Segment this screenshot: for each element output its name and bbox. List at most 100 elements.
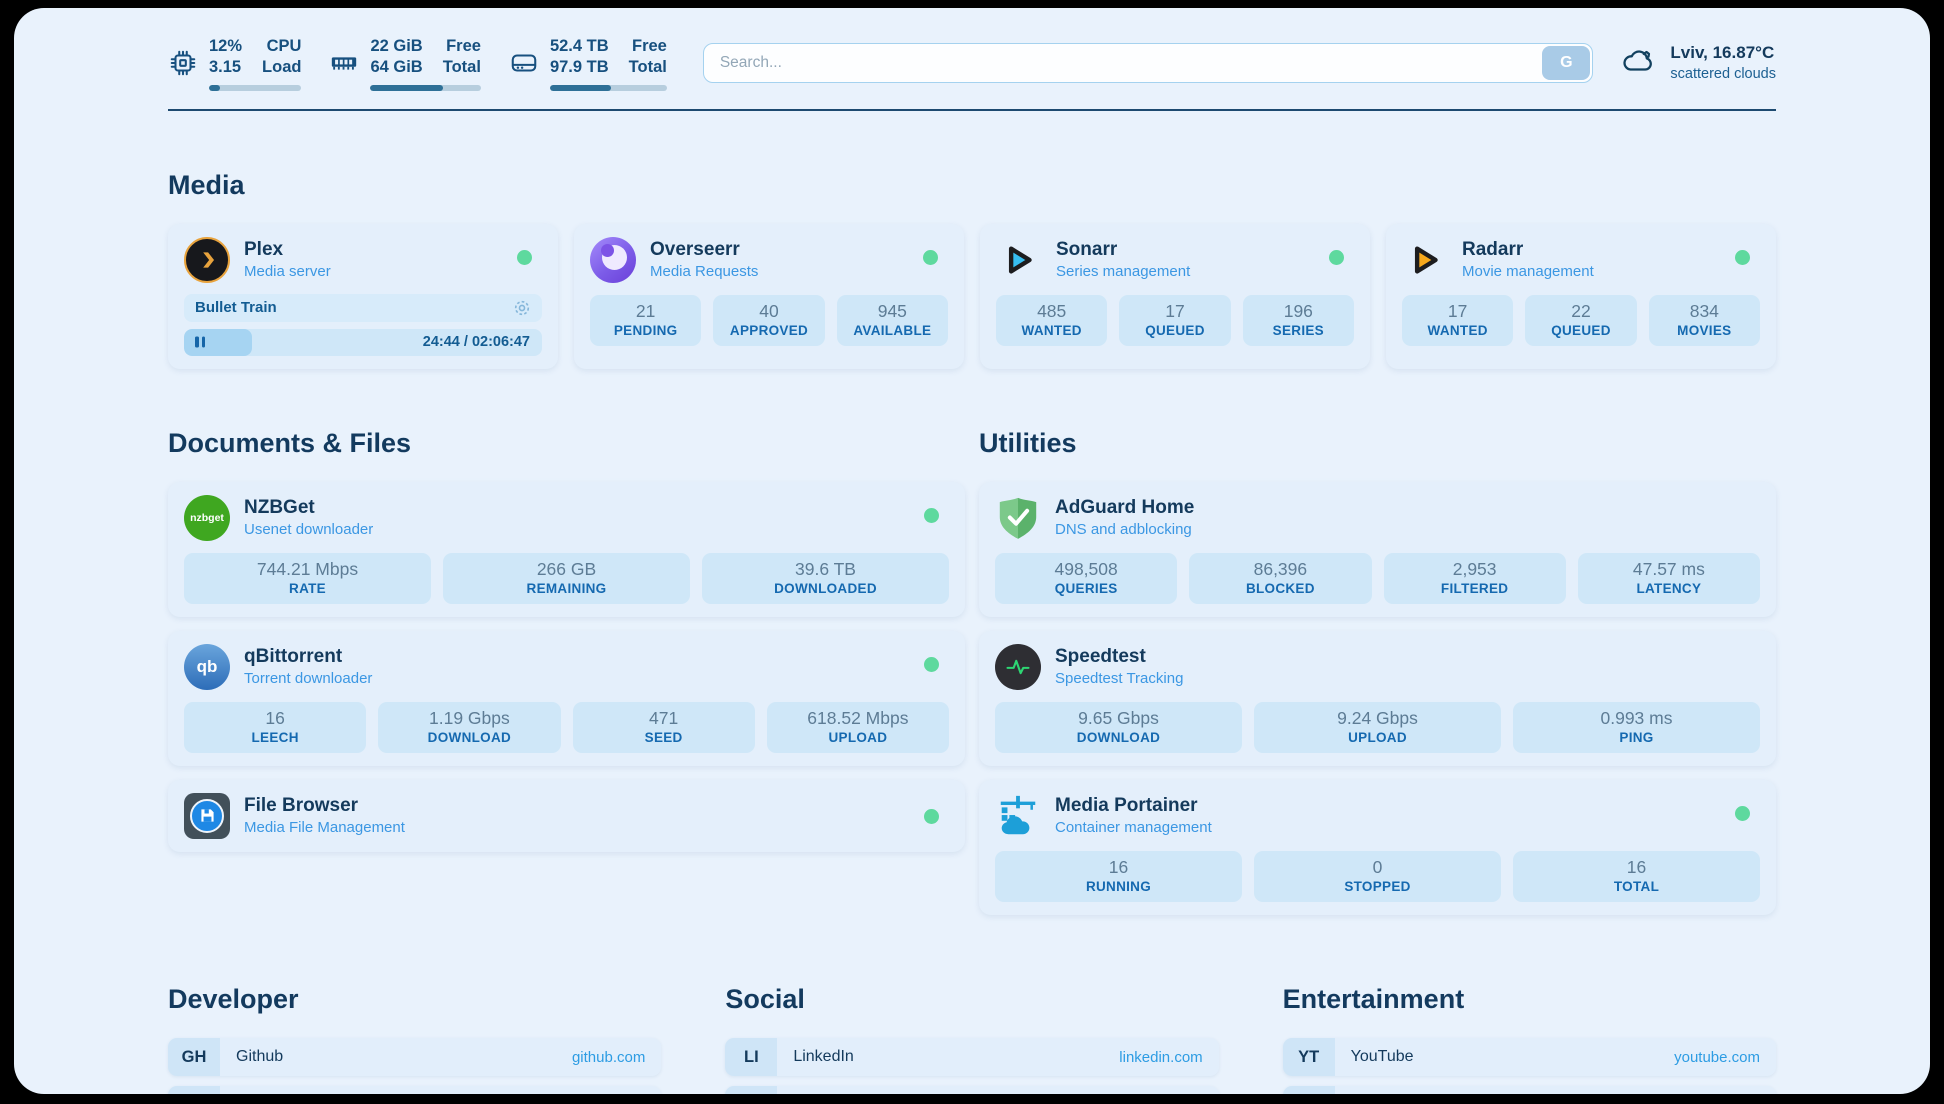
ram-total-value: 64 GiB bbox=[370, 57, 422, 78]
nzbget-icon: nzbget bbox=[184, 495, 230, 541]
stat-upload: 618.52 MbpsUPLOAD bbox=[767, 702, 949, 753]
bookmark-name: YouTube bbox=[1351, 1048, 1414, 1066]
search-input[interactable] bbox=[703, 43, 1594, 83]
bookmark-url: github.com bbox=[572, 1049, 645, 1066]
session-target-icon[interactable] bbox=[513, 299, 531, 317]
service-card-qbittorrent[interactable]: qb qBittorrent Torrent downloader 16LEEC… bbox=[168, 631, 965, 766]
bookmark-stackoverflow[interactable]: SO StackOverflow stackoverflow.com bbox=[168, 1086, 661, 1094]
stat-rate: 744.21 MbpsRATE bbox=[184, 553, 431, 604]
service-title: Speedtest bbox=[1055, 645, 1183, 670]
bookmark-twitter[interactable]: TW Twitter twitter.com bbox=[725, 1086, 1218, 1094]
utilities-section-title: Utilities bbox=[979, 427, 1776, 459]
stat-blocked: 86,396BLOCKED bbox=[1189, 553, 1371, 604]
service-title: Media Portainer bbox=[1055, 794, 1212, 819]
stat-queued: 22QUEUED bbox=[1525, 295, 1636, 346]
stat-available: 945AVAILABLE bbox=[837, 295, 948, 346]
ram-free-value: 22 GiB bbox=[370, 36, 422, 57]
bookmark-abbr: SO bbox=[168, 1086, 220, 1094]
filebrowser-icon bbox=[184, 793, 230, 839]
bookmark-linkedin[interactable]: LI LinkedIn linkedin.com bbox=[725, 1038, 1218, 1076]
bookmark-abbr: YT bbox=[1283, 1038, 1335, 1076]
search-bar: G bbox=[703, 43, 1594, 83]
stat-queries: 498,508QUERIES bbox=[995, 553, 1177, 604]
dashboard-page: 12% 3.15 CPU Load bbox=[14, 8, 1930, 1094]
stat-ping: 0.993 msPING bbox=[1513, 702, 1760, 753]
stat-running: 16RUNNING bbox=[995, 851, 1242, 902]
weather-location-temp: Lviv, 16.87°C bbox=[1670, 42, 1776, 65]
overseerr-icon bbox=[590, 237, 636, 283]
service-title: qBittorrent bbox=[244, 645, 372, 670]
status-dot-online bbox=[517, 250, 532, 265]
stat-series: 196SERIES bbox=[1243, 295, 1354, 346]
service-card-adguard[interactable]: AdGuard Home DNS and adblocking 498,508Q… bbox=[979, 482, 1776, 617]
service-card-sonarr[interactable]: Sonarr Series management 485WANTED 17QUE… bbox=[980, 224, 1370, 369]
ram-icon bbox=[329, 48, 359, 78]
stat-latency: 47.57 msLATENCY bbox=[1578, 553, 1760, 604]
bookmark-group-entertainment: Entertainment YT YouTube youtube.com NF … bbox=[1283, 961, 1776, 1094]
now-playing-row: Bullet Train bbox=[184, 294, 542, 322]
disk-monitor: 52.4 TB 97.9 TB Free Total bbox=[509, 36, 667, 91]
status-dot-online bbox=[924, 809, 939, 824]
service-subtitle: Media server bbox=[244, 262, 331, 282]
disk-icon bbox=[509, 48, 539, 78]
service-card-portainer[interactable]: Media Portainer Container management 16R… bbox=[979, 780, 1776, 915]
plex-icon bbox=[184, 237, 230, 283]
ram-progress-bar bbox=[370, 85, 480, 91]
cpu-progress-bar bbox=[209, 85, 301, 91]
stat-seed: 471SEED bbox=[573, 702, 755, 753]
adguard-icon bbox=[995, 495, 1041, 541]
entertainment-section-title: Entertainment bbox=[1283, 983, 1776, 1015]
stat-total: 16TOTAL bbox=[1513, 851, 1760, 902]
service-subtitle: Media Requests bbox=[650, 262, 758, 282]
service-card-filebrowser[interactable]: File Browser Media File Management bbox=[168, 780, 965, 852]
service-title: Radarr bbox=[1462, 238, 1594, 263]
service-card-nzbget[interactable]: nzbget NZBGet Usenet downloader 744.21 M… bbox=[168, 482, 965, 617]
stat-leech: 16LEECH bbox=[184, 702, 366, 753]
disk-progress-bar bbox=[550, 85, 667, 91]
weather-condition: scattered clouds bbox=[1670, 65, 1776, 85]
ram-free-label: Free bbox=[443, 36, 481, 57]
playback-time: 24:44 / 02:06:47 bbox=[423, 334, 530, 350]
status-dot-online bbox=[1735, 806, 1750, 821]
status-dot-online bbox=[924, 508, 939, 523]
cpu-usage-value: 12% bbox=[209, 36, 242, 57]
weather-widget[interactable]: Lviv, 16.87°C scattered clouds bbox=[1621, 42, 1776, 85]
service-card-radarr[interactable]: Radarr Movie management 17WANTED 22QUEUE… bbox=[1386, 224, 1776, 369]
service-subtitle: Speedtest Tracking bbox=[1055, 669, 1183, 689]
playback-progress-bar: 24:44 / 02:06:47 bbox=[184, 329, 542, 356]
disk-total-value: 97.9 TB bbox=[550, 57, 609, 78]
stat-remaining: 266 GBREMAINING bbox=[443, 553, 690, 604]
stat-wanted: 17WANTED bbox=[1402, 295, 1513, 346]
cpu-load-value: 3.15 bbox=[209, 57, 242, 78]
speedtest-icon bbox=[995, 644, 1041, 690]
stat-movies: 834MOVIES bbox=[1649, 295, 1760, 346]
stat-queued: 17QUEUED bbox=[1119, 295, 1230, 346]
pause-icon bbox=[195, 337, 205, 348]
stat-upload: 9.24 GbpsUPLOAD bbox=[1254, 702, 1501, 753]
service-card-speedtest[interactable]: Speedtest Speedtest Tracking 9.65 GbpsDO… bbox=[979, 631, 1776, 766]
bookmark-abbr: NF bbox=[1283, 1086, 1335, 1094]
bookmarks-area: Developer GH Github github.com SO StackO… bbox=[168, 961, 1776, 1094]
bookmark-abbr: TW bbox=[725, 1086, 777, 1094]
bookmark-group-social: Social LI LinkedIn linkedin.com TW Twitt… bbox=[725, 961, 1218, 1094]
service-subtitle: Torrent downloader bbox=[244, 669, 372, 689]
documents-section-title: Documents & Files bbox=[168, 427, 965, 459]
service-subtitle: Series management bbox=[1056, 262, 1190, 282]
bookmark-group-developer: Developer GH Github github.com SO StackO… bbox=[168, 961, 661, 1094]
system-monitors: 12% 3.15 CPU Load bbox=[168, 36, 667, 91]
search-engine-button[interactable]: G bbox=[1542, 46, 1590, 80]
service-card-overseerr[interactable]: Overseerr Media Requests 21PENDING 40APP… bbox=[574, 224, 964, 369]
status-dot-online bbox=[1329, 250, 1344, 265]
top-bar: 12% 3.15 CPU Load bbox=[168, 8, 1776, 91]
service-subtitle: Movie management bbox=[1462, 262, 1594, 282]
stat-download: 1.19 GbpsDOWNLOAD bbox=[378, 702, 560, 753]
service-subtitle: DNS and adblocking bbox=[1055, 520, 1194, 540]
portainer-icon bbox=[995, 793, 1041, 839]
bookmark-name: LinkedIn bbox=[793, 1048, 854, 1066]
bookmark-github[interactable]: GH Github github.com bbox=[168, 1038, 661, 1076]
bookmark-netflix[interactable]: NF Netflix netflix.com bbox=[1283, 1086, 1776, 1094]
status-dot-online bbox=[924, 657, 939, 672]
service-title: File Browser bbox=[244, 794, 405, 819]
service-card-plex[interactable]: Plex Media server Bullet Train 24:44 / 0… bbox=[168, 224, 558, 369]
bookmark-youtube[interactable]: YT YouTube youtube.com bbox=[1283, 1038, 1776, 1076]
